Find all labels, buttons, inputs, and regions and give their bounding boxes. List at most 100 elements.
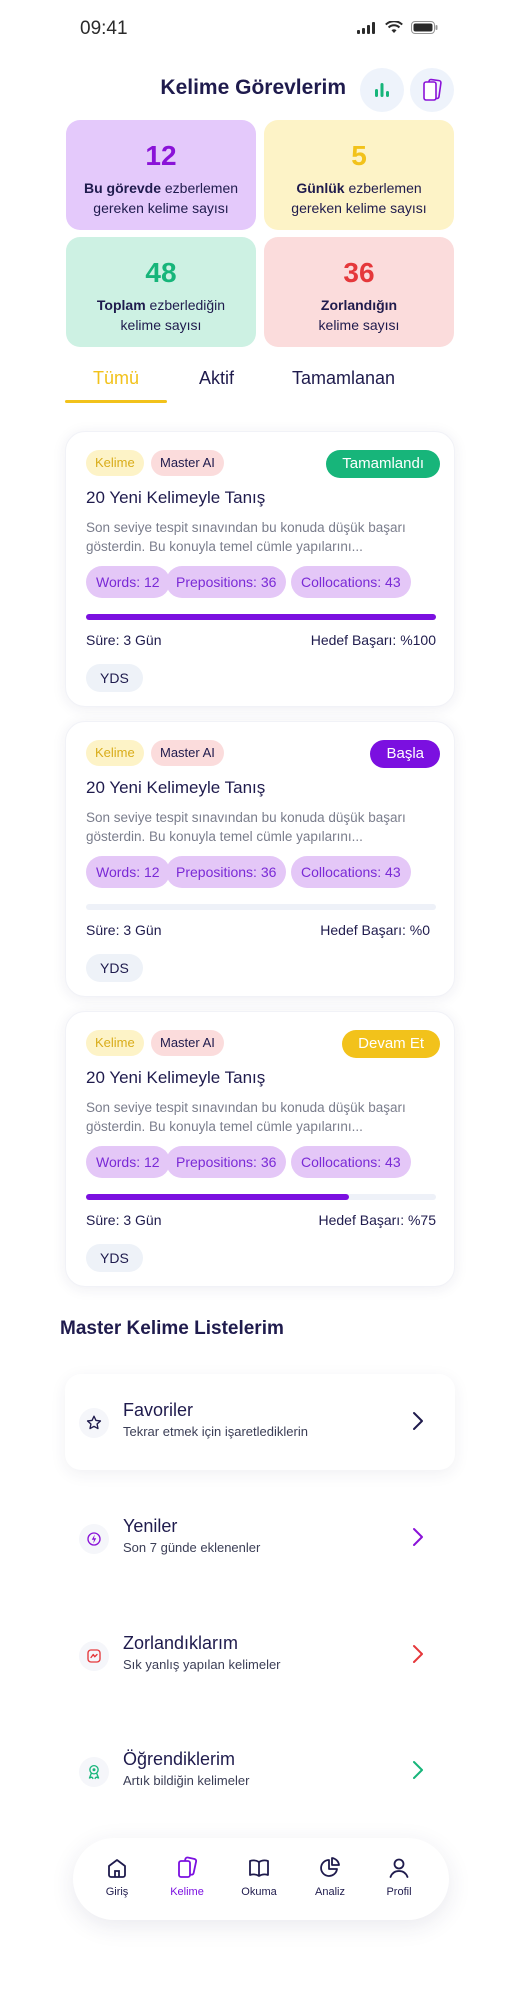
task-tabs: Tümü Aktif Tamamlanan — [65, 362, 455, 404]
tag-master-ai: Master AI — [151, 740, 224, 766]
tag-kelime: Kelime — [86, 1030, 144, 1056]
exam-badge: YDS — [86, 664, 143, 692]
stat-description: Toplam ezberlediğin kelime sayısı — [96, 297, 226, 333]
list-item-favorites[interactable]: Favoriler Tekrar etmek için işaretledikl… — [65, 1374, 455, 1470]
wifi-icon — [385, 21, 403, 33]
nav-label: Okuma — [241, 1886, 277, 1898]
new-icon — [79, 1524, 109, 1554]
battery-icon — [411, 21, 438, 34]
list-title: Yeniler — [123, 1516, 178, 1536]
task-card[interactable]: Kelime Master AI Devam Et 20 Yeni Kelime… — [65, 1011, 455, 1287]
list-subtitle: Artık bildiğin kelimeler — [123, 1773, 250, 1788]
cards-icon — [423, 78, 442, 101]
stats-button[interactable] — [360, 68, 404, 112]
nav-label: Giriş — [105, 1886, 129, 1898]
header: Kelime Görevlerim — [0, 64, 520, 116]
task-duration: Süre: 3 Gün — [86, 632, 162, 648]
stat-description: Günlük ezberlemen gereken kelime sayısı — [291, 180, 427, 216]
task-status-button[interactable]: Devam Et — [342, 1030, 440, 1058]
page-title: Kelime Görevlerim — [160, 76, 346, 99]
star-icon — [79, 1408, 109, 1438]
list-item-new[interactable]: Yeniler Son 7 günde eklenenler — [65, 1490, 455, 1586]
stat-number: 48 — [145, 257, 177, 288]
task-title: 20 Yeni Kelimeyle Tanış — [86, 778, 266, 797]
section-title: Master Kelime Listelerim — [60, 1318, 284, 1339]
chevron-right-icon — [413, 1528, 423, 1546]
pill-prepositions: Prepositions: 36 — [166, 566, 287, 598]
tab-all[interactable]: Tümü — [93, 368, 139, 389]
stat-card-daily-words: 5 Günlük ezberlemen gereken kelime sayıs… — [264, 120, 454, 230]
list-subtitle: Son 7 günde eklenenler — [123, 1540, 261, 1555]
stat-description: Bu görevde ezberlemen gereken kelime say… — [83, 180, 239, 216]
nav-label: Analiz — [315, 1886, 345, 1898]
signal-icon — [357, 21, 375, 34]
tag-kelime: Kelime — [86, 450, 144, 476]
stat-number: 36 — [343, 257, 375, 288]
progress-bar — [86, 1194, 436, 1200]
task-target: Hedef Başarı: %75 — [318, 1212, 436, 1228]
pill-collocations: Collocations: 43 — [291, 856, 411, 888]
stat-card-total-learned: 48 Toplam ezberlediğin kelime sayısı — [66, 237, 256, 347]
chevron-right-icon — [413, 1645, 423, 1663]
progress-fill — [86, 1194, 349, 1200]
task-description: Son seviye tespit sınavından bu konuda d… — [86, 520, 406, 554]
task-card[interactable]: Kelime Master AI Tamamlandı 20 Yeni Keli… — [65, 431, 455, 707]
task-description: Son seviye tespit sınavından bu konuda d… — [86, 810, 406, 844]
user-icon — [389, 1858, 409, 1878]
cards-icon — [178, 1856, 198, 1878]
tag-master-ai: Master AI — [151, 450, 224, 476]
pill-prepositions: Prepositions: 36 — [166, 1146, 287, 1178]
pill-words: Words: 12 — [86, 856, 170, 888]
bar-chart-icon — [375, 83, 389, 97]
nav-home[interactable]: Giriş — [89, 1856, 145, 1898]
nav-words[interactable]: Kelime — [159, 1856, 215, 1898]
tab-underline — [65, 400, 167, 403]
tab-active[interactable]: Aktif — [199, 368, 234, 389]
stat-card-task-words: 12 Bu görevde ezberlemen gereken kelime … — [66, 120, 256, 230]
tag-kelime: Kelime — [86, 740, 144, 766]
task-title: 20 Yeni Kelimeyle Tanış — [86, 1068, 266, 1087]
struggle-icon — [79, 1641, 109, 1671]
pill-collocations: Collocations: 43 — [291, 1146, 411, 1178]
task-status-button[interactable]: Tamamlandı — [326, 450, 440, 478]
status-bar: 09:41 — [0, 0, 520, 60]
tab-completed[interactable]: Tamamlanan — [292, 368, 395, 389]
stat-card-struggled: 36 Zorlandığın kelime sayısı — [264, 237, 454, 347]
nav-label: Profil — [386, 1886, 412, 1898]
cards-button[interactable] — [410, 68, 454, 112]
list-subtitle: Sık yanlış yapılan kelimeler — [123, 1657, 281, 1672]
status-time: 09:41 — [80, 18, 128, 39]
progress-bar — [86, 614, 436, 620]
nav-analysis[interactable]: Analiz — [302, 1856, 358, 1898]
list-title: Zorlandıklarım — [123, 1633, 239, 1653]
pill-prepositions: Prepositions: 36 — [166, 856, 287, 888]
progress-bar — [86, 904, 436, 910]
bottom-nav: Giriş Kelime Okuma Analiz Profil — [73, 1838, 449, 1920]
exam-badge: YDS — [86, 1244, 143, 1272]
task-card[interactable]: Kelime Master AI Başla 20 Yeni Kelimeyle… — [65, 721, 455, 997]
progress-fill — [86, 614, 436, 620]
list-item-struggled[interactable]: Zorlandıklarım Sık yanlış yapılan kelime… — [65, 1607, 455, 1703]
task-duration: Süre: 3 Gün — [86, 922, 162, 938]
pill-collocations: Collocations: 43 — [291, 566, 411, 598]
task-description: Son seviye tespit sınavından bu konuda d… — [86, 1100, 406, 1134]
pie-chart-icon — [320, 1857, 340, 1877]
task-duration: Süre: 3 Gün — [86, 1212, 162, 1228]
nav-reading[interactable]: Okuma — [231, 1856, 287, 1898]
task-status-button[interactable]: Başla — [370, 740, 440, 768]
list-item-learned[interactable]: Öğrendiklerim Artık bildiğin kelimeler — [65, 1723, 455, 1819]
book-icon — [249, 1859, 269, 1877]
tag-master-ai: Master AI — [151, 1030, 224, 1056]
pill-words: Words: 12 — [86, 566, 170, 598]
stat-description: Zorlandığın kelime sayısı — [318, 297, 400, 333]
pill-words: Words: 12 — [86, 1146, 170, 1178]
task-target: Hedef Başarı: %0 — [320, 922, 430, 938]
list-subtitle: Tekrar etmek için işaretlediklerin — [123, 1424, 308, 1439]
task-title: 20 Yeni Kelimeyle Tanış — [86, 488, 266, 507]
stat-number: 12 — [145, 140, 177, 171]
status-icons — [357, 21, 438, 34]
home-icon — [108, 1859, 126, 1878]
nav-profile[interactable]: Profil — [371, 1856, 427, 1898]
stat-number: 5 — [351, 140, 367, 171]
nav-label: Kelime — [170, 1886, 204, 1898]
